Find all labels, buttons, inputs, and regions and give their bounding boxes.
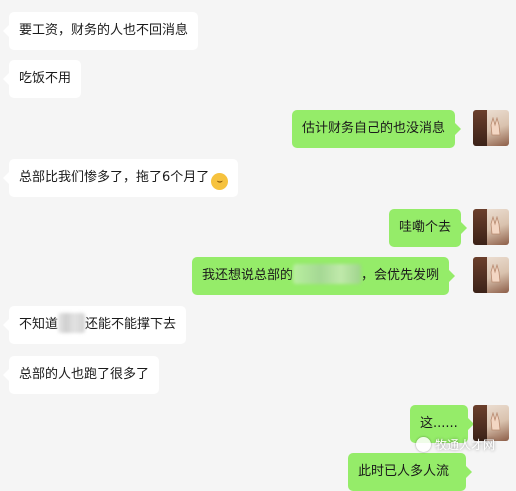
peace-sign-icon xyxy=(490,412,501,431)
message-text-after: ，会优先发咧 xyxy=(361,268,440,283)
message-bubble-outgoing[interactable]: 哇嘞个去 xyxy=(389,209,468,247)
message-text: 总部比我们惨多了，拖了6个月了 xyxy=(19,170,210,185)
message-text-before: 我还想说总部的 xyxy=(202,268,294,283)
message-text: 要工资，财务的人也不回消息 xyxy=(19,23,189,38)
message-bubble-incoming[interactable]: 不知道 还能不能撑下去 xyxy=(2,306,187,344)
peace-sign-icon xyxy=(490,216,501,235)
avatar[interactable] xyxy=(473,209,509,245)
avatar[interactable] xyxy=(473,257,509,293)
message-bubble-outgoing[interactable]: 此时已人多人流 xyxy=(348,453,472,491)
avatar-hair xyxy=(473,209,487,245)
message-bubble-incoming[interactable]: 总部的人也跑了很多了 xyxy=(2,356,160,394)
message-text: 此时已人多人流 xyxy=(358,464,450,479)
message-text: 哇嘞个去 xyxy=(399,220,452,235)
wechat-official-account-icon xyxy=(416,437,431,452)
message-text: 这...... xyxy=(420,416,458,431)
watermark-text: 牧通人才网 xyxy=(435,438,496,452)
peace-sign-icon xyxy=(490,264,501,283)
message-bubble-incoming[interactable]: 吃饭不用 xyxy=(2,60,82,98)
sweat-laugh-emoji-icon: ⌣ xyxy=(211,173,229,190)
message-text-before: 不知道 xyxy=(19,317,59,332)
peace-sign-icon xyxy=(490,117,501,136)
message-bubble-outgoing[interactable]: 估计财务自己的也没消息 xyxy=(292,110,462,148)
message-bubble-incoming[interactable]: 要工资，财务的人也不回消息 xyxy=(2,12,199,50)
message-bubble-incoming[interactable]: 总部比我们惨多了，拖了6个月了 ⌣ xyxy=(2,159,239,197)
message-text: 总部的人也跑了很多了 xyxy=(19,367,150,382)
message-text-after: 还能不能撑下去 xyxy=(85,317,177,332)
message-text: 估计财务自己的也没消息 xyxy=(302,121,446,136)
redacted-text xyxy=(293,264,362,284)
message-bubble-outgoing[interactable]: 我还想说总部的 ，会优先发咧 xyxy=(192,257,456,295)
redacted-text xyxy=(58,313,86,333)
message-text: 吃饭不用 xyxy=(19,71,72,86)
avatar-hair xyxy=(473,110,487,146)
avatar[interactable] xyxy=(473,110,509,146)
watermark: 牧通人才网 xyxy=(413,432,499,458)
avatar-hair xyxy=(473,257,487,293)
